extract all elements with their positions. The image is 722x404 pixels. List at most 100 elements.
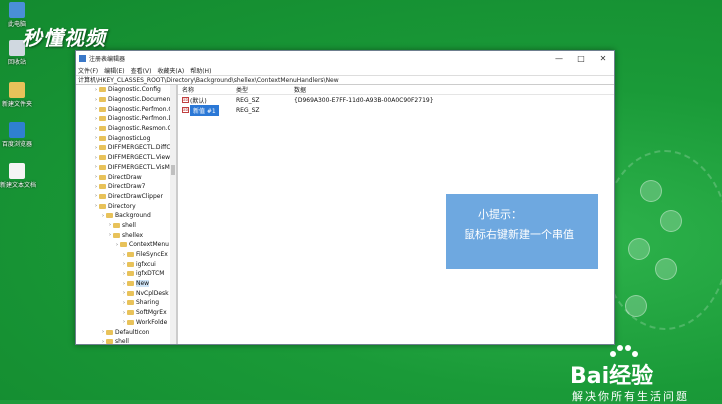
minimize-button[interactable]: — [548,54,570,63]
folder-icon [99,203,106,209]
tree-item-label: NvCplDesk [136,289,169,297]
tree-item-label: shellex [122,231,144,239]
string-value-icon: ab [182,107,189,113]
tree-item[interactable]: › DefaultIcon [76,327,172,337]
expand-arrow-icon[interactable]: › [93,155,99,161]
rename-input[interactable]: 新值 #1 [190,104,219,116]
decorative-icon [640,180,662,202]
folder-icon [98,116,106,122]
tree-item[interactable]: › Background [76,211,172,221]
tree-scrollbar[interactable] [170,85,176,344]
computer-icon [9,2,25,18]
tree-item[interactable]: › DIFFMERGECTL.DiffCt [76,143,172,153]
tree-item[interactable]: › Directory [76,201,172,211]
folder-icon [98,106,106,112]
list-header: 名称 类型 数据 [178,85,614,95]
folder-icon [113,232,120,238]
tree-item[interactable]: › Diagnostic.Document [76,95,172,105]
desktop-icon-label: 新建文件夹 [1,101,32,108]
tree-item-label: Directory [108,202,136,210]
tree-item-label: DirectDraw7 [108,183,146,191]
folder-icon [98,164,106,170]
tree-item[interactable]: › Sharing [76,298,172,308]
menu-edit[interactable]: 编辑(E) [104,66,124,75]
document-icon [9,163,25,179]
folder-icon [99,126,106,132]
tree-item[interactable]: › shellex [76,230,172,240]
tree-item-label: WorkFolde [136,318,168,326]
menu-help[interactable]: 帮助(H) [190,66,211,75]
desktop-icon-label: 回收站 [7,59,26,66]
menu-view[interactable]: 查看(V) [131,66,152,75]
value-type: REG_SZ [236,96,260,104]
tree-item[interactable]: › New [76,279,172,289]
value-name-cell: ab (默认) [178,96,236,105]
desktop-icon-text-document[interactable]: 新建文本文档 [0,163,36,189]
string-value-icon: ab [182,97,189,103]
regedit-icon [79,54,86,62]
tree-item[interactable]: › NvCplDesk [76,288,172,298]
tree-item-label: Background [115,212,151,220]
maximize-button[interactable]: □ [570,54,592,63]
column-header-name[interactable]: 名称 [178,85,236,94]
decorative-icon [660,210,682,232]
tree-item-label: igfxDTCM [136,270,165,278]
scrollbar-thumb[interactable] [171,165,175,175]
folder-icon [99,193,106,199]
tree-item[interactable]: › igfxcui [76,259,172,269]
folder-icon [98,155,106,161]
column-header-data[interactable]: 数据 [294,85,614,94]
folder-icon [99,184,106,190]
tree-item[interactable]: › DiagnosticLog [76,133,172,143]
tree-item[interactable]: › DIFFMERGECTL.Viewe [76,153,172,163]
folder-icon [99,135,106,141]
value-name: (默认) [190,97,207,105]
tree-item[interactable]: › FileSyncEx [76,250,172,260]
decorative-icon [655,258,677,280]
mouse-cursor-icon [198,117,204,125]
folder-icon [127,271,134,277]
folder-icon [127,261,134,267]
tree-item-label: DIFFMERGECTL.Viewe [107,154,172,162]
menu-bar: 文件(F) 编辑(E) 查看(V) 收藏夹(A) 帮助(H) [76,65,614,75]
baidu-slogan: 解决你所有生活问题 [572,390,689,403]
folder-icon [120,242,127,248]
value-row[interactable]: ab 新值 #1 REG_SZ [178,104,614,116]
key-tree: › Diagnostic.Config › Diagnostic.Document › D… [76,85,178,344]
value-name-cell: ab 新值 #1 [178,104,236,116]
tree-item-label: Sharing [136,299,160,307]
desktop-icon-new-folder[interactable]: 新建文件夹 [0,82,34,108]
tree-item[interactable]: › Diagnostic.Perfmon.D [76,114,172,124]
tree-item-label: Diagnostic.Config [108,86,161,94]
tree-item[interactable]: › DirectDraw7 [76,182,172,192]
address-bar[interactable]: 计算机\HKEY_CLASSES_ROOT\Directory\Backgrou… [76,75,614,85]
tree-item[interactable]: › DirectDrawClipper [76,192,172,202]
tree-item[interactable]: › Diagnostic.Config [76,85,172,95]
tree-item[interactable]: › igfxDTCM [76,269,172,279]
tree-item[interactable]: › shell [76,221,172,231]
tree-item-label: igfxcui [136,260,156,268]
desktop-icon-browser[interactable]: 百度浏览器 [0,122,34,148]
folder-icon [127,300,134,306]
expand-arrow-icon[interactable]: › [93,164,99,170]
close-button[interactable]: ✕ [592,54,614,63]
tree-item-label: FileSyncEx [136,251,168,259]
tree-item[interactable]: › WorkFolde [76,318,172,328]
menu-favorites[interactable]: 收藏夹(A) [157,66,184,75]
value-row[interactable]: ab (默认) REG_SZ {D969A300-E7FF-11d0-A93B-… [178,95,614,105]
tree-item[interactable]: › DIFFMERGECTL.VisMe [76,163,172,173]
tip-text: 鼠标右键新建一个串值 [464,228,574,241]
tree-item[interactable]: › Diagnostic.Perfmon.C [76,104,172,114]
column-header-type[interactable]: 类型 [236,85,294,94]
tree-item[interactable]: › SoftMgrEx [76,308,172,318]
browser-icon [9,122,25,138]
baidu-jingyan-logo: Bai经验 [570,364,654,389]
tree-item[interactable]: › Diagnostic.Resmon.C [76,124,172,134]
tree-item[interactable]: › shell [76,337,172,344]
decorative-circle [600,150,722,330]
folder-icon [98,97,106,103]
menu-file[interactable]: 文件(F) [78,66,98,75]
tree-item[interactable]: › DirectDraw [76,172,172,182]
tree-item[interactable]: › ContextMenu [76,240,172,250]
title-bar[interactable]: 注册表编辑器 — □ ✕ [76,51,614,65]
